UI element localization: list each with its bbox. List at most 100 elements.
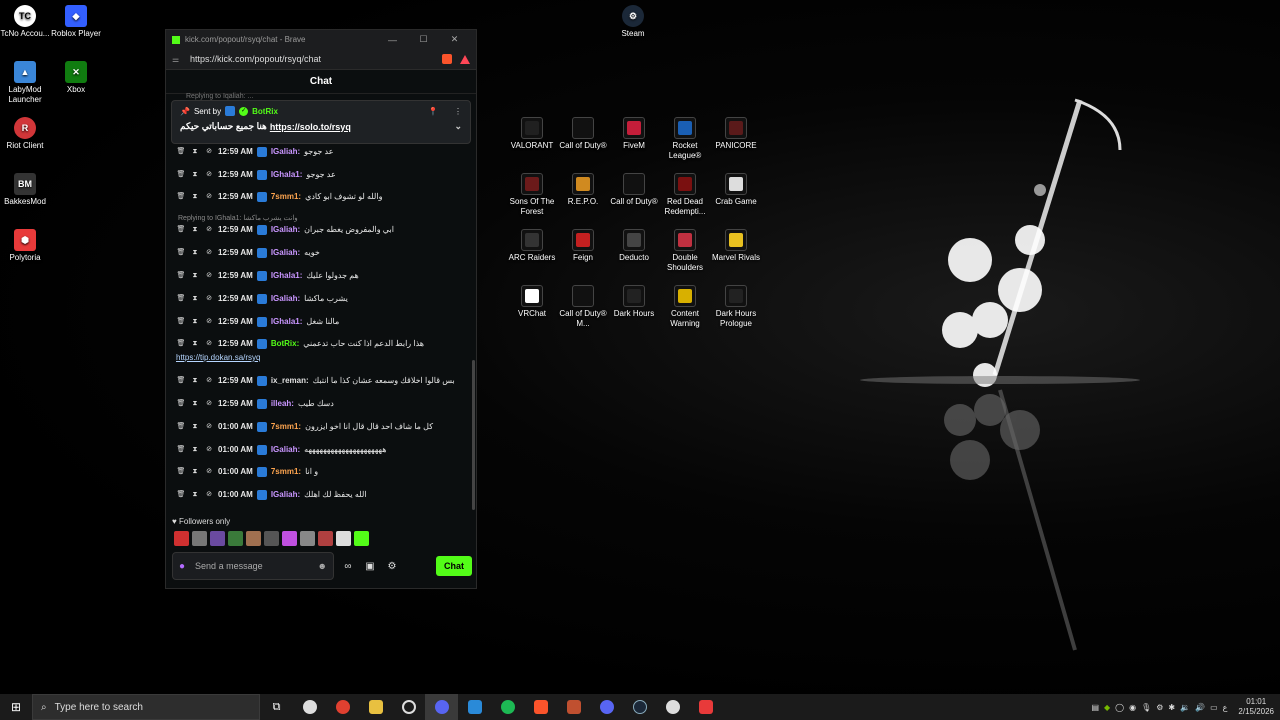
ban-icon[interactable]: ⊘ bbox=[204, 445, 214, 455]
timeout-icon[interactable]: ⧗ bbox=[190, 339, 200, 349]
timeout-icon[interactable]: ⧗ bbox=[190, 467, 200, 477]
desktop-icon-polytoria[interactable]: ⬢ Polytoria bbox=[0, 229, 50, 263]
desktop-icon-game[interactable]: Marvel Rivals bbox=[711, 229, 761, 263]
tray-speaker-icon[interactable]: 🔉 bbox=[1180, 703, 1190, 712]
message-user[interactable]: IGhala1: bbox=[271, 170, 303, 180]
brave-shields-icon[interactable] bbox=[442, 54, 452, 64]
delete-icon[interactable]: 🗑 bbox=[176, 192, 186, 202]
chat-message[interactable]: 🗑 ⧗ ⊘ 12:59 AM IGaliah: خويه bbox=[176, 248, 468, 258]
desktop-icon-game[interactable]: PANICORE bbox=[711, 117, 761, 151]
delete-icon[interactable]: 🗑 bbox=[176, 339, 186, 349]
spotify-icon[interactable] bbox=[491, 694, 524, 720]
settings-gear-icon[interactable]: ⚙ bbox=[384, 561, 400, 572]
brave-rewards-icon[interactable] bbox=[460, 54, 470, 64]
ban-icon[interactable]: ⊘ bbox=[204, 467, 214, 477]
delete-icon[interactable]: 🗑 bbox=[176, 170, 186, 180]
desktop-icon-roblox[interactable]: ◆ Roblox Player bbox=[51, 5, 101, 39]
desktop-icon-xbox[interactable]: ✕ Xbox bbox=[51, 61, 101, 95]
delete-icon[interactable]: 🗑 bbox=[176, 317, 186, 327]
emote-item[interactable] bbox=[300, 531, 315, 546]
message-user[interactable]: IGaliah: bbox=[271, 294, 300, 304]
delete-icon[interactable]: 🗑 bbox=[176, 490, 186, 500]
timeout-icon[interactable]: ⧗ bbox=[190, 422, 200, 432]
chat-message[interactable]: 🗑 ⧗ ⊘ 01:00 AM IGaliah: ههههههههههههههههههههه… bbox=[176, 445, 468, 455]
app-blue-icon[interactable] bbox=[458, 694, 491, 720]
message-user[interactable]: IGaliah: bbox=[271, 225, 300, 235]
timeout-icon[interactable]: ⧗ bbox=[190, 490, 200, 500]
message-user[interactable]: 7smm1: bbox=[271, 422, 301, 432]
ban-icon[interactable]: ⊘ bbox=[204, 147, 214, 157]
delete-icon[interactable]: 🗑 bbox=[176, 376, 186, 386]
ban-icon[interactable]: ⊘ bbox=[204, 490, 214, 500]
timeout-icon[interactable]: ⧗ bbox=[190, 399, 200, 409]
ban-icon[interactable]: ⊘ bbox=[204, 225, 214, 235]
tray-discord-icon[interactable]: ◉ bbox=[1129, 703, 1136, 712]
delete-icon[interactable]: 🗑 bbox=[176, 422, 186, 432]
desktop-icon-game[interactable]: Red Dead Redempti... bbox=[660, 173, 710, 217]
chat-message[interactable]: 🗑 ⧗ ⊘ 01:00 AM 7smm1: كل ما شاف احد قال قال ا… bbox=[176, 422, 468, 432]
timeout-icon[interactable]: ⧗ bbox=[190, 225, 200, 235]
ban-icon[interactable]: ⊘ bbox=[204, 192, 214, 202]
send-chat-button[interactable]: Chat bbox=[436, 556, 472, 576]
expand-chevron-icon[interactable]: ⌄ bbox=[454, 121, 462, 132]
message-user[interactable]: illeah: bbox=[271, 399, 294, 409]
chat-message[interactable]: 🗑 ⧗ ⊘ 12:59 AM 7smm1: والله لو تشوف ابو كادي bbox=[176, 192, 468, 202]
steering-app-icon[interactable] bbox=[392, 694, 425, 720]
delete-icon[interactable]: 🗑 bbox=[176, 467, 186, 477]
emote-item[interactable] bbox=[318, 531, 333, 546]
g-app-icon[interactable] bbox=[656, 694, 689, 720]
emote-item[interactable] bbox=[228, 531, 243, 546]
botrix-tip-link[interactable]: https://tip.dokan.sa/rsyq bbox=[176, 353, 261, 362]
ban-icon[interactable]: ⊘ bbox=[204, 422, 214, 432]
message-user[interactable]: 7smm1: bbox=[271, 467, 301, 477]
pinned-link[interactable]: https://solo.to/rsyq bbox=[270, 122, 351, 132]
ban-icon[interactable]: ⊘ bbox=[204, 339, 214, 349]
file-explorer-icon[interactable] bbox=[359, 694, 392, 720]
chat-message[interactable]: 🗑 ⧗ ⊘ 12:59 AM ix_reman: بس قالوا اخلاقك وسمع… bbox=[176, 376, 468, 386]
delete-icon[interactable]: 🗑 bbox=[176, 294, 186, 304]
desktop-icon-game[interactable]: Call of Duty® bbox=[558, 117, 608, 151]
tray-steam-icon[interactable]: ⚙ bbox=[1156, 703, 1163, 712]
microphone-icon[interactable]: ● bbox=[179, 561, 185, 572]
timeout-icon[interactable]: ⧗ bbox=[190, 445, 200, 455]
tray-circle-icon[interactable]: ◯ bbox=[1115, 703, 1124, 712]
desktop-icon-game[interactable]: R.E.P.O. bbox=[558, 173, 608, 207]
brave-browser-icon[interactable] bbox=[524, 694, 557, 720]
emote-item[interactable] bbox=[174, 531, 189, 546]
emote-item[interactable] bbox=[282, 531, 297, 546]
message-user[interactable]: IGaliah: bbox=[271, 147, 300, 157]
tray-mic-icon[interactable]: 🎙 bbox=[1141, 703, 1151, 712]
message-user[interactable]: ix_reman: bbox=[271, 376, 309, 386]
timeout-icon[interactable]: ⧗ bbox=[190, 317, 200, 327]
chat-message[interactable]: 🗑 ⧗ ⊘ 12:59 AM IGhala1: عد جوجو bbox=[176, 170, 468, 180]
chat-message[interactable]: 🗑 ⧗ ⊘ 12:59 AM IGhala1: هم جدولوا عليك bbox=[176, 271, 468, 281]
desktop-icon-game[interactable]: Content Warning bbox=[660, 285, 710, 329]
channel-points-icon[interactable]: ∞ bbox=[340, 561, 356, 572]
ban-icon[interactable]: ⊘ bbox=[204, 317, 214, 327]
game-app-icon[interactable] bbox=[557, 694, 590, 720]
close-button[interactable]: ✕ bbox=[439, 34, 470, 45]
chat-message[interactable]: 🗑 ⧗ ⊘ 12:59 AM IGhala1: مالنا شغل bbox=[176, 317, 468, 327]
timeout-icon[interactable]: ⧗ bbox=[190, 170, 200, 180]
desktop-icon-game[interactable]: Feign bbox=[558, 229, 608, 263]
desktop-icon-steam[interactable]: ⚙ Steam bbox=[608, 5, 658, 39]
store-icon[interactable]: ▣ bbox=[362, 561, 378, 572]
steam-taskbar-icon[interactable] bbox=[623, 694, 656, 720]
message-user[interactable]: BotRix: bbox=[271, 339, 299, 349]
desktop-icon-game[interactable]: Sons Of The Forest bbox=[507, 173, 557, 217]
desktop-icon-game[interactable]: VALORANT bbox=[507, 117, 557, 151]
timeout-icon[interactable]: ⧗ bbox=[190, 376, 200, 386]
emote-item[interactable] bbox=[246, 531, 261, 546]
desktop-icon-game[interactable]: Deducto bbox=[609, 229, 659, 263]
emote-item[interactable] bbox=[264, 531, 279, 546]
desktop-icon-labymod[interactable]: ▲ LabyMod Launcher bbox=[0, 61, 50, 105]
discord-active-icon[interactable] bbox=[425, 694, 458, 720]
desktop-icon-game[interactable]: VRChat bbox=[507, 285, 557, 319]
desktop-icon-game[interactable]: Call of Duty® M... bbox=[558, 285, 608, 329]
chat-message[interactable]: 🗑 ⧗ ⊘ 12:59 AM illeah: دسك طيب bbox=[176, 399, 468, 409]
emoji-icon[interactable]: ☻ bbox=[318, 561, 327, 571]
timeout-icon[interactable]: ⧗ bbox=[190, 271, 200, 281]
chat-message[interactable]: 🗑 ⧗ ⊘ 01:00 AM IGaliah: الله يحفظ لك اهلك bbox=[176, 490, 468, 500]
message-user[interactable]: 7smm1: bbox=[271, 192, 301, 202]
ban-icon[interactable]: ⊘ bbox=[204, 170, 214, 180]
